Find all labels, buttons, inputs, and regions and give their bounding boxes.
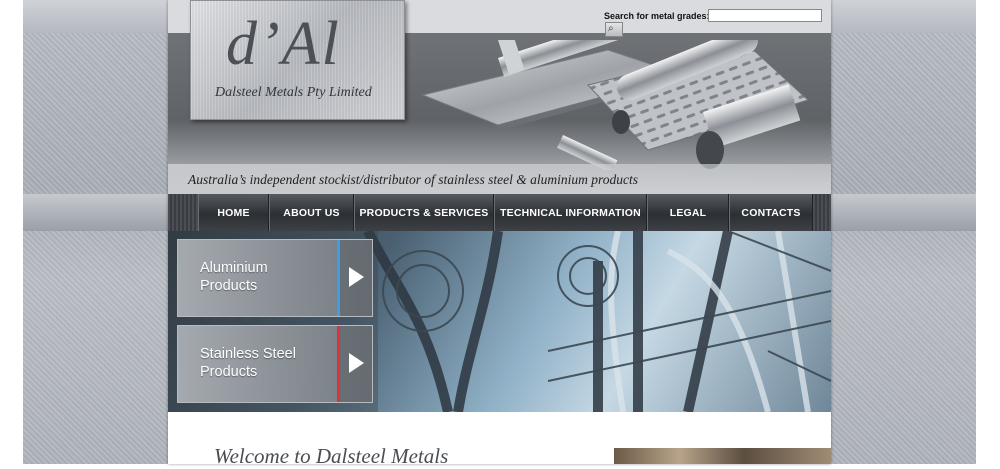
- logo-mark: d’Al: [226, 10, 341, 78]
- tagline-text: Australia’s independent stockist/distrib…: [188, 172, 638, 187]
- warehouse-thumbnail-image: [614, 448, 831, 464]
- logo-box[interactable]: d’Al Dalsteel Metals Pty Limited: [190, 0, 405, 120]
- play-arrow-icon: [349, 353, 364, 373]
- search-button[interactable]: ⌕: [605, 22, 623, 37]
- nav-products-services[interactable]: PRODUCTS & SERVICES: [354, 194, 494, 231]
- company-name: Dalsteel Metals Pty Limited: [215, 85, 372, 100]
- nav-edge-right: [813, 194, 831, 231]
- play-arrow-icon: [349, 267, 364, 287]
- search-input[interactable]: [708, 9, 822, 22]
- aluminium-arrow-panel: [340, 240, 372, 316]
- stainless-arrow-panel: [340, 326, 372, 402]
- nav-legal[interactable]: LEGAL: [647, 194, 729, 231]
- magnifier-icon: ⌕: [608, 23, 614, 34]
- nav-technical-information[interactable]: TECHNICAL INFORMATION: [494, 194, 647, 231]
- main-nav: HOME ABOUT US PRODUCTS & SERVICES TECHNI…: [168, 194, 831, 231]
- stainless-steel-products-button[interactable]: Stainless Steel Products: [177, 325, 373, 403]
- search-label: Search for metal grades:: [604, 11, 710, 21]
- tagline-bar: Australia’s independent stockist/distrib…: [168, 164, 831, 194]
- aluminium-products-button[interactable]: Aluminium Products: [177, 239, 373, 317]
- stainless-steel-products-label: Stainless Steel Products: [200, 346, 296, 380]
- hero-banner: Aluminium Products Stainless Steel Produ…: [168, 231, 831, 412]
- nav-edge-left: [168, 194, 198, 231]
- nav-contacts[interactable]: CONTACTS: [729, 194, 813, 231]
- metal-products-image: [421, 40, 809, 170]
- welcome-heading: Welcome to Dalsteel Metals: [214, 444, 449, 468]
- aluminium-products-label: Aluminium Products: [200, 260, 268, 294]
- nav-about-us[interactable]: ABOUT US: [269, 194, 354, 231]
- page-container: d’Al Dalsteel Metals Pty Limited Search …: [168, 0, 831, 468]
- nav-home[interactable]: HOME: [198, 194, 269, 231]
- site-header: d’Al Dalsteel Metals Pty Limited Search …: [168, 0, 831, 194]
